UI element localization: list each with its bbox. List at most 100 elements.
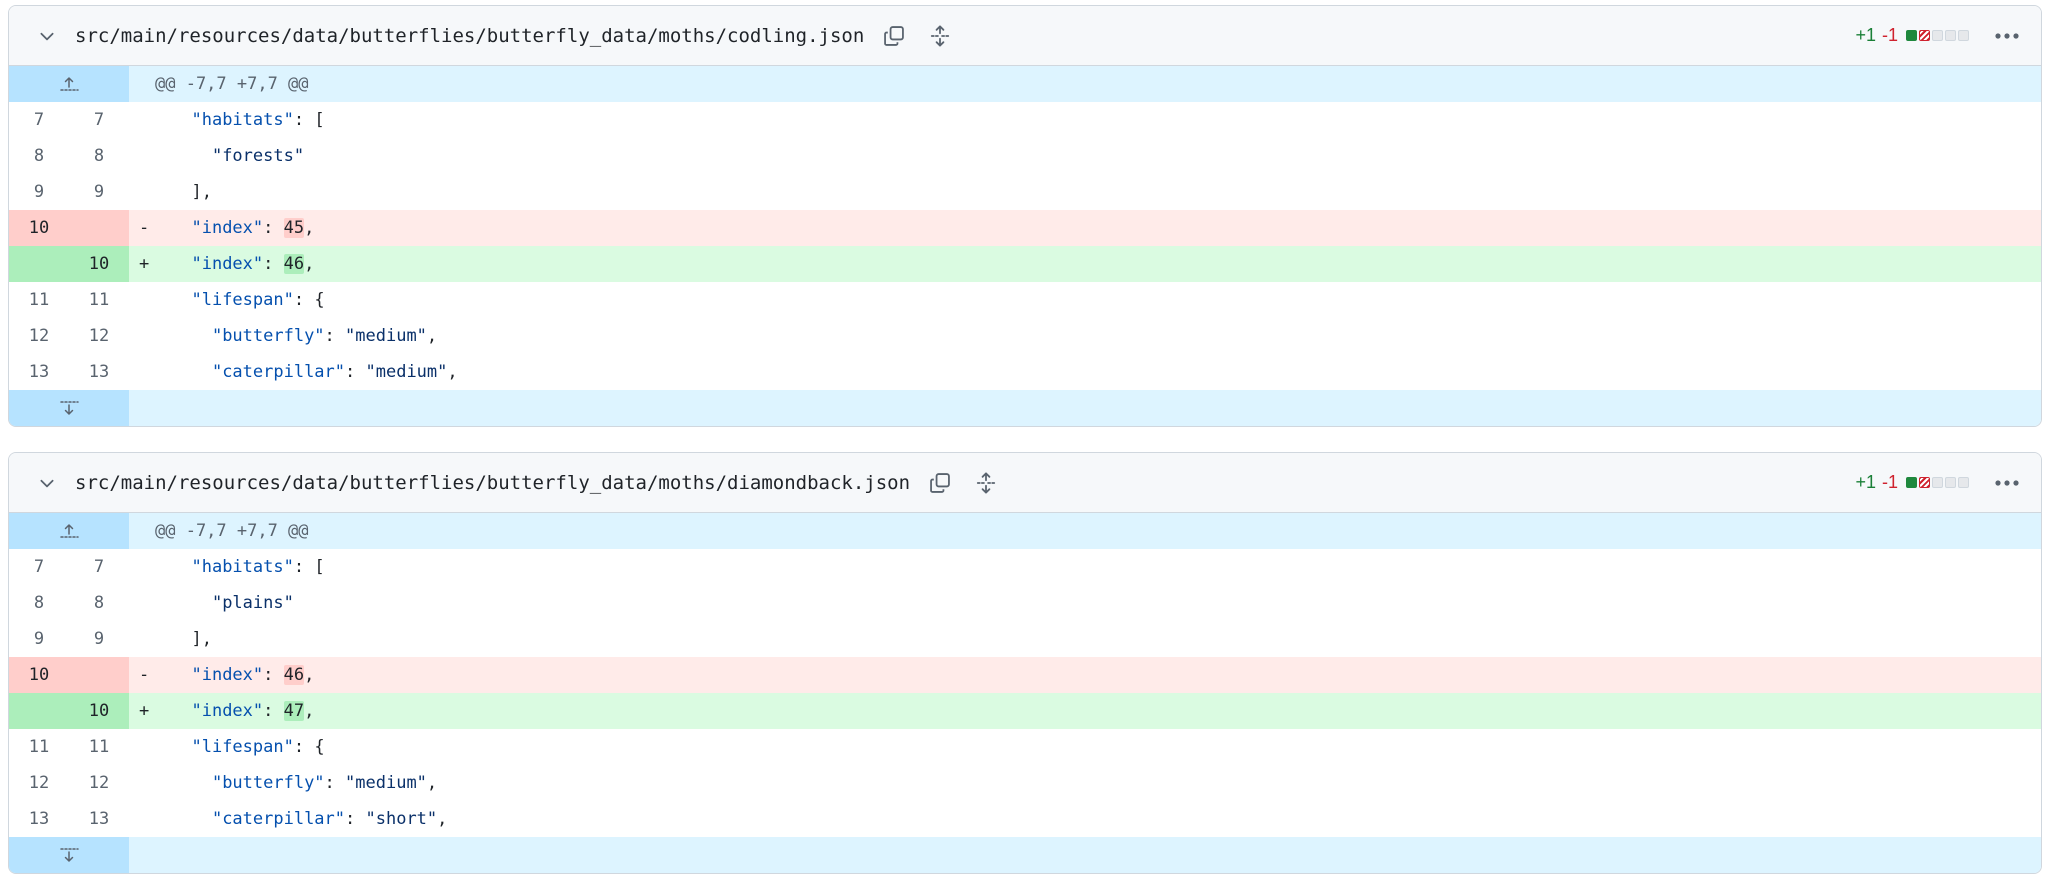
diffstat-neutral-block <box>1932 30 1943 41</box>
json-string: "medium" <box>365 362 448 382</box>
hunk-header-row: @@ -7,7 +7,7 @@ <box>9 66 2041 102</box>
code-content: - "index": 46, <box>129 657 2041 693</box>
diff-line: 7 7 "habitats": [ <box>9 549 2041 585</box>
old-line-number[interactable]: 12 <box>9 318 69 354</box>
json-string: "medium" <box>345 326 427 346</box>
json-punct: , <box>304 665 315 685</box>
old-line-number[interactable]: 11 <box>9 729 69 765</box>
new-line-number[interactable]: 10 <box>69 246 129 282</box>
fold-down-icon[interactable] <box>9 837 129 873</box>
added-line: 10 + "index": 47, <box>9 693 2041 729</box>
diffstat-del-block <box>1919 30 1930 41</box>
expand-footer-row <box>9 390 2041 426</box>
json-punct: : <box>324 773 346 793</box>
json-key: "habitats" <box>191 557 294 577</box>
code-content: "plains" <box>129 585 2041 621</box>
json-punct: : <box>263 218 284 238</box>
new-line-number[interactable]: 9 <box>69 174 129 210</box>
json-punct: : <box>263 665 284 685</box>
copy-icon[interactable] <box>878 20 910 52</box>
json-key: "butterfly" <box>211 773 325 793</box>
new-line-number[interactable]: 11 <box>69 282 129 318</box>
old-line-number[interactable]: 13 <box>9 354 69 390</box>
old-line-number-empty <box>9 246 69 282</box>
hunk-header: @@ -7,7 +7,7 @@ <box>155 74 309 94</box>
json-punct: : <box>345 362 366 382</box>
kebab-horizontal-icon[interactable] <box>1991 467 2023 499</box>
new-line-number[interactable]: 12 <box>69 318 129 354</box>
chevron-down-icon[interactable] <box>33 469 61 497</box>
json-key: "index" <box>191 701 264 721</box>
addition-marker: + <box>139 254 150 274</box>
json-key: "caterpillar" <box>211 809 346 829</box>
new-line-number[interactable]: 11 <box>69 729 129 765</box>
old-line-number[interactable]: 12 <box>9 765 69 801</box>
fold-up-icon[interactable] <box>9 513 129 549</box>
json-string: "short" <box>365 809 438 829</box>
json-key: "butterfly" <box>211 326 325 346</box>
new-line-number[interactable]: 8 <box>69 585 129 621</box>
fold-down-icon[interactable] <box>9 390 129 426</box>
json-punct: , <box>437 809 448 829</box>
old-line-number[interactable]: 10 <box>9 210 69 246</box>
diffstat-neutral-block <box>1945 30 1956 41</box>
json-punct: , <box>426 773 438 793</box>
changed-value: 46 <box>283 254 305 274</box>
new-line-number[interactable]: 12 <box>69 765 129 801</box>
new-line-number[interactable]: 7 <box>69 549 129 585</box>
deletions-count: -1 <box>1881 472 1898 492</box>
kebab-horizontal-icon[interactable] <box>1991 20 2023 52</box>
old-line-number[interactable]: 10 <box>9 657 69 693</box>
new-line-number[interactable]: 9 <box>69 621 129 657</box>
json-key: "caterpillar" <box>211 362 346 382</box>
old-line-number[interactable]: 7 <box>9 549 69 585</box>
json-punct: , <box>426 326 438 346</box>
json-punct: ], <box>191 182 212 202</box>
old-line-number[interactable]: 9 <box>9 174 69 210</box>
diff-file: src/main/resources/data/butterflies/butt… <box>8 5 2042 427</box>
code-content: "caterpillar": "short", <box>129 801 2041 837</box>
file-header: src/main/resources/data/butterflies/butt… <box>9 6 2041 66</box>
diff-line: 11 11 "lifespan": { <box>9 729 2041 765</box>
code-content: ], <box>129 621 2041 657</box>
code-content: "habitats": [ <box>129 549 2041 585</box>
new-line-number[interactable]: 7 <box>69 102 129 138</box>
json-key: "lifespan" <box>191 737 294 757</box>
new-line-number[interactable]: 8 <box>69 138 129 174</box>
code-content: "lifespan": { <box>129 282 2041 318</box>
diffstat-bar <box>1906 477 1969 488</box>
file-path[interactable]: src/main/resources/data/butterflies/butt… <box>75 472 910 494</box>
code-content: - "index": 45, <box>129 210 2041 246</box>
json-punct: : [ <box>293 557 325 577</box>
deleted-line: 10 - "index": 45, <box>9 210 2041 246</box>
code-content: "forests" <box>129 138 2041 174</box>
hunk-header-row: @@ -7,7 +7,7 @@ <box>9 513 2041 549</box>
fold-up-icon[interactable] <box>9 66 129 102</box>
code-content: + "index": 47, <box>129 693 2041 729</box>
file-path[interactable]: src/main/resources/data/butterflies/butt… <box>75 25 864 47</box>
new-line-number[interactable]: 13 <box>69 801 129 837</box>
old-line-number[interactable]: 8 <box>9 138 69 174</box>
unfold-icon[interactable] <box>970 467 1002 499</box>
old-line-number[interactable]: 13 <box>9 801 69 837</box>
diff-line: 8 8 "plains" <box>9 585 2041 621</box>
json-key: "index" <box>191 254 264 274</box>
json-key: "habitats" <box>191 110 294 130</box>
deletion-marker: - <box>139 218 150 238</box>
unfold-icon[interactable] <box>924 20 956 52</box>
old-line-number[interactable]: 8 <box>9 585 69 621</box>
copy-icon[interactable] <box>924 467 956 499</box>
deleted-line: 10 - "index": 46, <box>9 657 2041 693</box>
chevron-down-icon[interactable] <box>33 22 61 50</box>
new-line-number[interactable]: 10 <box>69 693 129 729</box>
old-line-number[interactable]: 11 <box>9 282 69 318</box>
old-line-number[interactable]: 9 <box>9 621 69 657</box>
code-content: "butterfly": "medium", <box>129 318 2041 354</box>
json-key: "index" <box>191 665 264 685</box>
diffstat-neutral-block <box>1932 477 1943 488</box>
additions-count: +1 <box>1855 25 1876 45</box>
old-line-number[interactable]: 7 <box>9 102 69 138</box>
new-line-number[interactable]: 13 <box>69 354 129 390</box>
json-punct: : <box>324 326 346 346</box>
code-content: ], <box>129 174 2041 210</box>
